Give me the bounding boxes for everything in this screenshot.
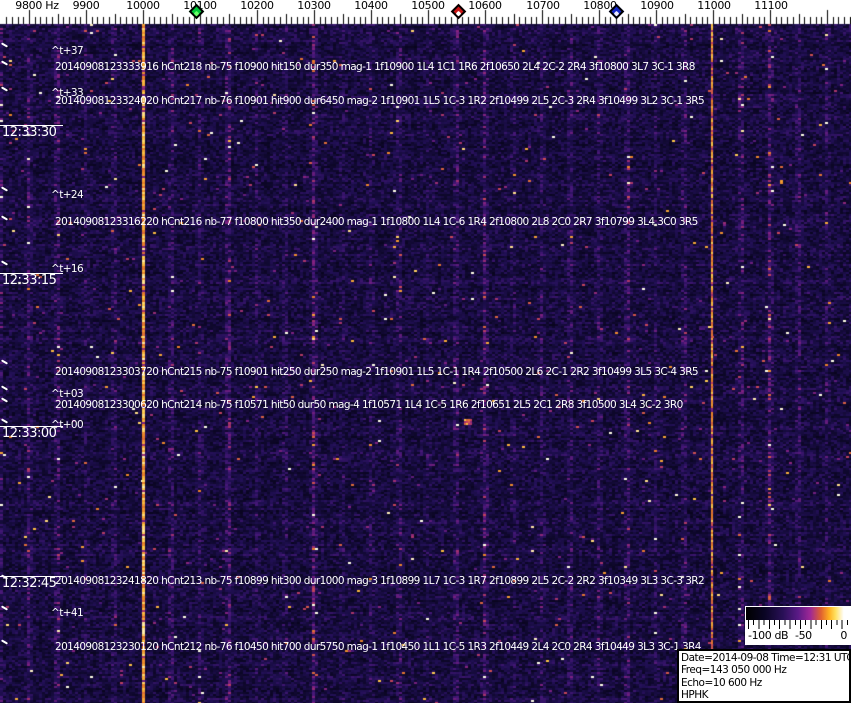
diamond-core-dot [613, 10, 620, 17]
timestamp-label: 12:32:45 [0, 576, 63, 591]
hit-log-line-overlay-annotation: 20140908123230120 hCnt212 nb-76 f10450 h… [55, 641, 702, 653]
db-label-mid: -50 [795, 629, 812, 642]
db-label-max: 0 [840, 629, 847, 642]
diamond-core-dot [455, 10, 462, 17]
hit-log-line-overlay-annotation: 20140908123324020 hCnt217 nb-76 f10901 h… [55, 95, 705, 107]
frequency-tick-label: 9800 Hz [15, 0, 59, 12]
time-offset-marker-overlay-annotation: ^t+00 [51, 419, 84, 431]
hit-log-line-overlay-annotation: 20140908123316220 hCnt216 nb-77 f10800 h… [55, 216, 698, 228]
frequency-tick-label: 10700 [526, 0, 560, 12]
time-offset-marker-overlay-annotation: ^t+16 [51, 263, 84, 275]
info-box: Date=2014-09-08 Time=12:31 UTC Freq=143 … [677, 649, 851, 703]
time-offset-marker-overlay-annotation: ^t+41 [51, 607, 84, 619]
frequency-tick-label: 10900 [640, 0, 674, 12]
db-gradient-bar [746, 607, 850, 620]
frequency-tick-label: 10200 [240, 0, 274, 12]
frequency-tick-label: 10400 [354, 0, 388, 12]
frequency-tick-label: 11100 [754, 0, 788, 12]
timestamp-label: 12:33:15 [0, 273, 63, 288]
db-scale-ticks [746, 620, 850, 629]
frequency-tick-label: 10000 [126, 0, 160, 12]
db-scale-labels: -100 dB -50 0 [746, 629, 850, 644]
db-label-min: -100 dB [748, 629, 789, 642]
spectrum-lab-window: 9800 Hz 9900 10000 10100 10200 10300 10400 1050… [0, 0, 851, 703]
hit-log-line-overlay-annotation: 20140908123300620 hCnt214 nb-75 f10571 h… [55, 399, 683, 411]
diamond-core-dot [193, 10, 200, 17]
hit-log-line-overlay-annotation: 20140908123303720 hCnt215 nb-75 f10901 h… [55, 366, 699, 378]
time-offset-marker-overlay-annotation: ^t+24 [51, 189, 84, 201]
frequency-tick-label: 9900 [72, 0, 100, 12]
hit-log-line-overlay-annotation: 20140908123241820 hCnt213 nb-75 f10899 h… [55, 575, 705, 587]
info-date-line: Date=2014-09-08 Time=12:31 UTC [681, 652, 851, 664]
frequency-tick-label: 10500 [411, 0, 445, 12]
info-observer-line: HPHK [681, 689, 709, 702]
time-offset-marker-overlay-annotation: ^t+37 [51, 45, 84, 57]
timestamp-label: 12:33:30 [0, 125, 63, 140]
frequency-tick-label: 11000 [697, 0, 731, 12]
hit-log-line-overlay-annotation: 20140908123333916 hCnt218 nb-75 f10900 h… [55, 61, 695, 73]
frequency-tick-label: 10300 [297, 0, 331, 12]
info-echo-line: Echo=10 600 Hz [681, 676, 762, 689]
db-scale-legend: -100 dB -50 0 [745, 606, 851, 645]
info-freq-line: Freq=143 050 000 Hz [681, 664, 787, 677]
frequency-tick-label: 10600 [468, 0, 502, 12]
